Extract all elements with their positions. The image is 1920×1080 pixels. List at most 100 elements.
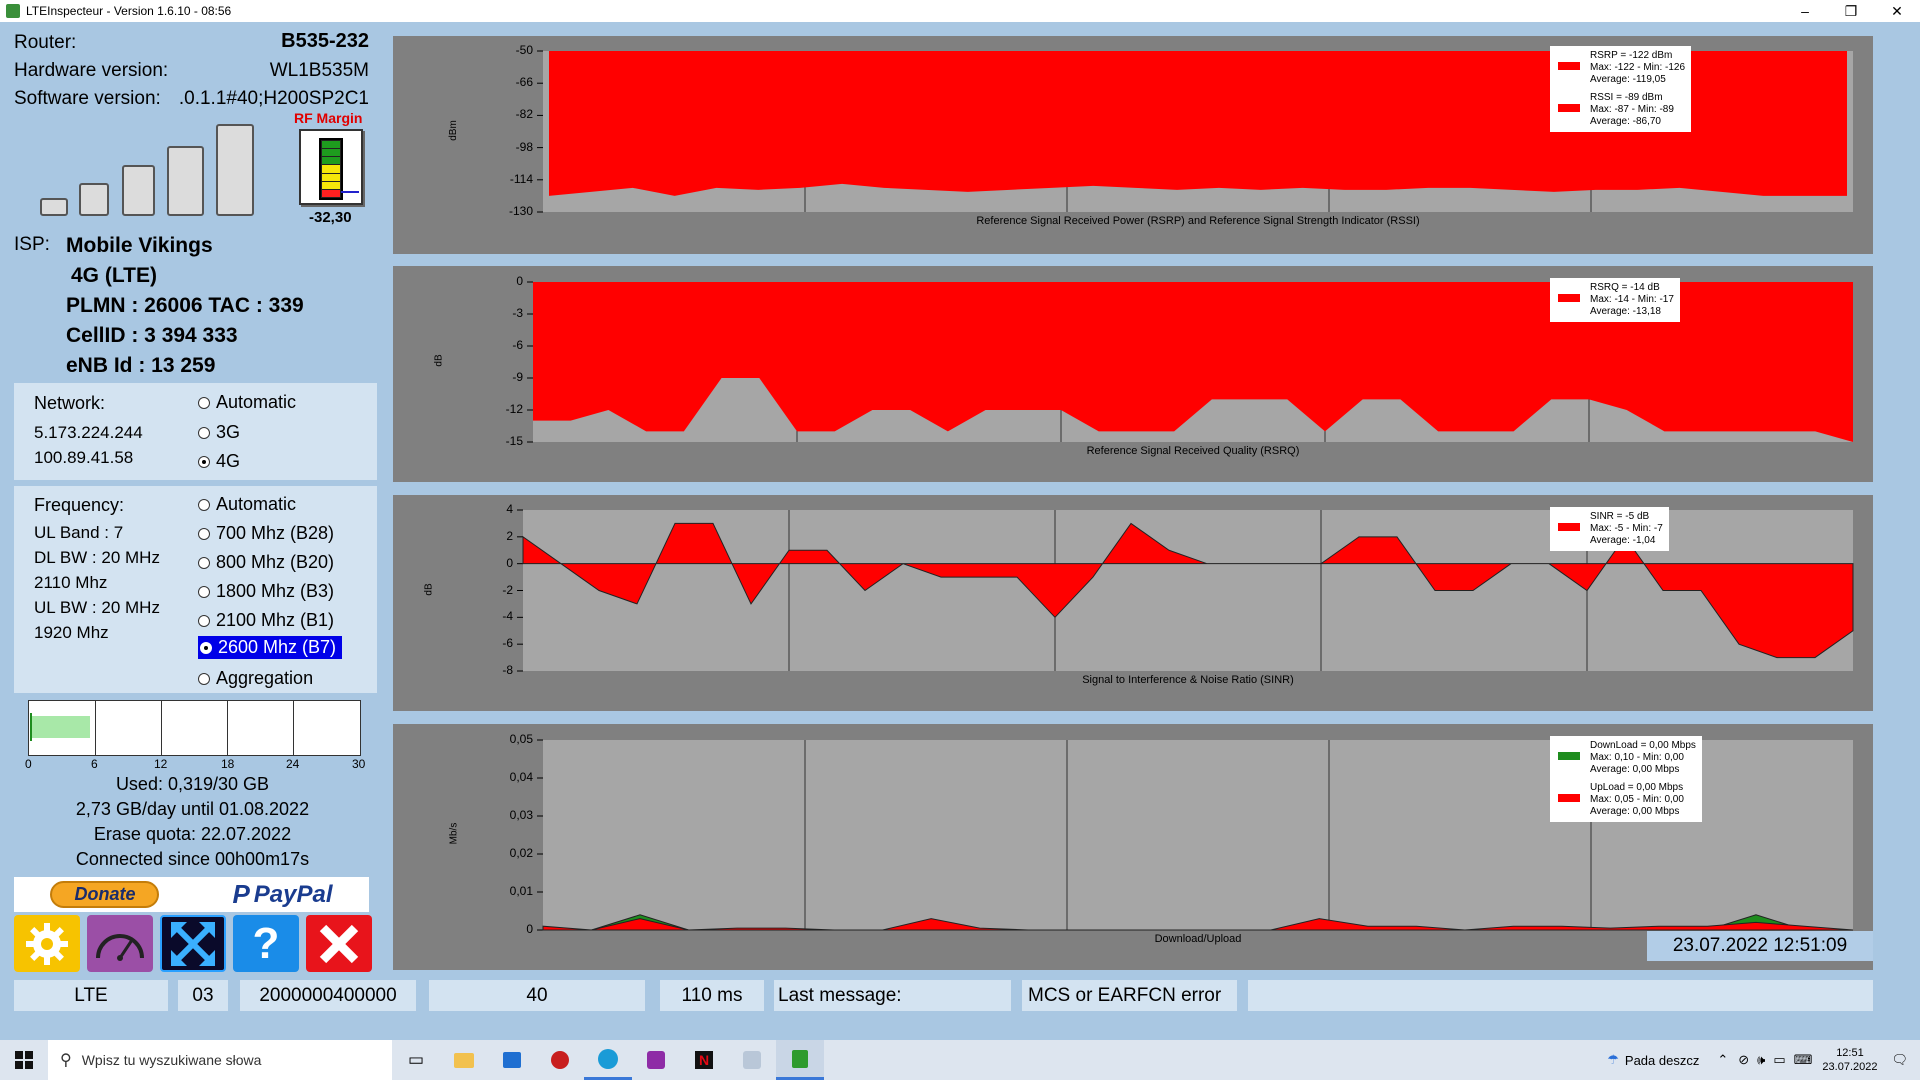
- signal-bar-3: [122, 165, 155, 216]
- erase-quota: Erase quota: 22.07.2022: [93, 824, 292, 844]
- radio-button[interactable]: [198, 527, 210, 540]
- settings-button[interactable]: [14, 915, 80, 972]
- weather-text[interactable]: Pada deszcz: [1625, 1053, 1699, 1068]
- taskbar: ⚲ Wpisz tu wyszukiwane słowa ▭ N ☂ Pada …: [0, 1040, 1920, 1080]
- donate-label: Donate: [50, 881, 160, 908]
- router-label: Router:: [14, 32, 77, 53]
- media-app-icon[interactable]: [536, 1040, 584, 1080]
- band-option-b3[interactable]: 1800 Mhz (B3): [198, 581, 334, 602]
- chart-panel-2: 0 -3 -6 -9 -12 -15 Reference Signal Received Q…: [393, 266, 1873, 482]
- band-option-b1[interactable]: 2100 Mhz (B1): [198, 610, 334, 631]
- gauge-divider: [95, 701, 96, 755]
- band-option-b28[interactable]: 700 Mhz (B28): [198, 523, 334, 544]
- band-option-aggregation[interactable]: Aggregation: [198, 668, 313, 689]
- close-window-button[interactable]: ✕: [1874, 0, 1920, 22]
- keyboard-icon[interactable]: ⌨: [1794, 1052, 1813, 1068]
- band-option-automatic[interactable]: Automatic: [198, 494, 296, 515]
- expand-icon: [171, 921, 215, 966]
- legend-swatch: [1558, 62, 1580, 70]
- file-explorer-icon[interactable]: [440, 1040, 488, 1080]
- notifications-icon[interactable]: 🗨: [1891, 1052, 1908, 1068]
- y-tick-label: 0,04: [509, 770, 533, 784]
- y-tick-label: -9: [512, 370, 523, 384]
- y-tick-label: -2: [502, 582, 513, 597]
- legend-swatch: [1558, 752, 1580, 760]
- help-button[interactable]: ?: [233, 915, 299, 972]
- store-icon[interactable]: [488, 1040, 536, 1080]
- radio-button[interactable]: [198, 396, 210, 409]
- status-last-message: Last message:: [774, 980, 1011, 1011]
- ul-frequency: 1920 Mhz: [34, 623, 109, 642]
- legend-line: RSSI = -89 dBm: [1590, 92, 1663, 103]
- y-tick-label: -82: [515, 107, 533, 122]
- radio-button[interactable]: [198, 672, 210, 685]
- legend-line: RSRQ = -14 dB: [1590, 282, 1660, 293]
- maximize-button[interactable]: ❐: [1828, 0, 1874, 22]
- signal-bar-4: [167, 146, 204, 216]
- taskbar-search[interactable]: ⚲ Wpisz tu wyszukiwane słowa: [48, 1040, 392, 1080]
- speedometer-icon: [96, 933, 144, 961]
- chevron-up-icon[interactable]: ⌃: [1717, 1052, 1728, 1068]
- radio-button[interactable]: [198, 426, 210, 439]
- app-icon: [6, 4, 20, 18]
- volume-icon[interactable]: 🕪: [1757, 1052, 1765, 1068]
- task-view-icon[interactable]: ▭: [392, 1040, 440, 1080]
- y-tick-label: -66: [515, 75, 533, 90]
- gear-icon: [26, 922, 68, 965]
- legend-line: Max: -5 - Min: -7: [1590, 523, 1663, 534]
- status-error: MCS or EARFCN error: [1022, 980, 1237, 1011]
- radio-button[interactable]: [198, 498, 210, 511]
- donate-paypal-button[interactable]: Donate P PayPal: [14, 877, 369, 912]
- chart-legend: DownLoad = 0,00 Mbps Max: 0,10 - Min: 0,0…: [1550, 736, 1702, 822]
- app-purple-icon[interactable]: [632, 1040, 680, 1080]
- software-label: Software version:: [14, 88, 161, 109]
- band-option-b7[interactable]: 2600 Mhz (B7): [198, 636, 343, 659]
- legend-line: Average: -119,05: [1590, 74, 1666, 85]
- radio-button[interactable]: [198, 585, 210, 598]
- chart-legend: RSRQ = -14 dB Max: -14 - Min: -17 Average:…: [1550, 278, 1680, 322]
- legend-line: UpLoad = 0,00 Mbps: [1590, 782, 1684, 793]
- clock-display: 23.07.2022 12:51:09: [1647, 931, 1873, 961]
- exit-button[interactable]: [306, 915, 372, 972]
- status-code: 03: [178, 980, 228, 1011]
- cell-id: CellID : 3 394 333: [66, 324, 238, 347]
- network-option-4g[interactable]: 4G: [198, 451, 240, 472]
- network-option-automatic[interactable]: Automatic: [198, 392, 296, 413]
- radio-button-selected[interactable]: [200, 641, 212, 654]
- ul-band: UL Band : 7: [34, 523, 124, 542]
- legend-swatch: [1558, 523, 1580, 531]
- paypal-label: PayPal: [253, 880, 333, 908]
- meter-seg: [322, 189, 340, 197]
- edge-icon[interactable]: [584, 1040, 632, 1080]
- meter-seg: [322, 165, 340, 173]
- close-icon: [319, 924, 359, 963]
- plmn-tac: PLMN : 26006 TAC : 339: [66, 294, 304, 317]
- radio-button[interactable]: [198, 556, 210, 569]
- chart-title: Reference Signal Received Power (RSRP) a…: [976, 215, 1420, 227]
- display-icon[interactable]: ▭: [1773, 1052, 1785, 1068]
- meter-seg: [322, 173, 340, 181]
- minimize-button[interactable]: –: [1782, 0, 1828, 22]
- speedtest-button[interactable]: [87, 915, 153, 972]
- network-tray-icon[interactable]: ⊘: [1738, 1052, 1749, 1068]
- option-label: 4G: [216, 451, 241, 471]
- legend-line: Average: -1,04: [1590, 535, 1656, 546]
- radio-button[interactable]: [198, 614, 210, 627]
- fullscreen-button[interactable]: [160, 915, 226, 972]
- lteinspecteur-taskbar-icon[interactable]: [776, 1040, 824, 1080]
- ul-bandwidth: UL BW : 20 MHz: [34, 598, 160, 617]
- y-tick-label: 0,05: [509, 732, 533, 746]
- chart-legend: RSRP = -122 dBm Max: -122 - Min: -126 Aver…: [1550, 46, 1692, 132]
- chart-legend: SINR = -5 dB Max: -5 - Min: -7 Average: -1…: [1550, 507, 1669, 551]
- option-label: 3G: [216, 422, 241, 442]
- network-option-3g[interactable]: 3G: [198, 422, 240, 443]
- y-tick-label: 0: [506, 555, 513, 570]
- tray-date: 23.07.2022: [1822, 1061, 1878, 1073]
- tray-clock[interactable]: 12:51 23.07.2022: [1822, 1046, 1877, 1074]
- radio-button-selected[interactable]: [198, 455, 210, 468]
- netflix-icon[interactable]: N: [680, 1040, 728, 1080]
- paint-icon[interactable]: [728, 1040, 776, 1080]
- start-button[interactable]: [0, 1040, 48, 1080]
- option-label: 700 Mhz (B28): [216, 523, 335, 543]
- band-option-b20[interactable]: 800 Mhz (B20): [198, 552, 334, 573]
